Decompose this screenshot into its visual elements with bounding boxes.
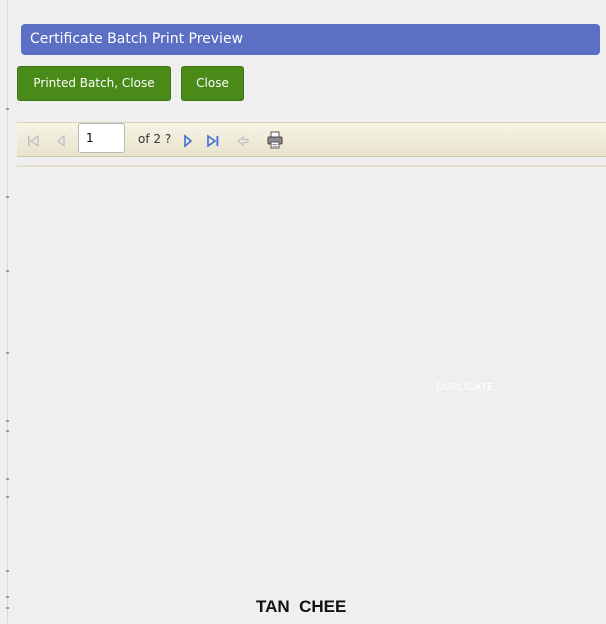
back-icon[interactable] — [236, 133, 250, 147]
toolbar-divider — [17, 165, 606, 167]
page-number-input[interactable] — [78, 123, 125, 153]
frame-left-ticks — [6, 0, 9, 624]
close-button[interactable]: Close — [181, 66, 244, 101]
report-toolbar: of 2 ? — [17, 122, 606, 157]
page-count-label: of 2 ? — [138, 132, 172, 146]
next-page-icon[interactable] — [181, 133, 195, 148]
duplicate-watermark: DUPLICATE — [436, 382, 495, 393]
printed-batch-close-button[interactable]: Printed Batch, Close — [17, 66, 171, 101]
previous-page-icon[interactable] — [54, 133, 68, 148]
first-page-icon[interactable] — [26, 133, 40, 148]
certificate-recipient-name: TAN CHEE — [256, 597, 347, 616]
dialog-title: Certificate Batch Print Preview — [21, 24, 600, 55]
print-icon[interactable] — [266, 131, 284, 149]
last-page-icon[interactable] — [206, 133, 220, 148]
